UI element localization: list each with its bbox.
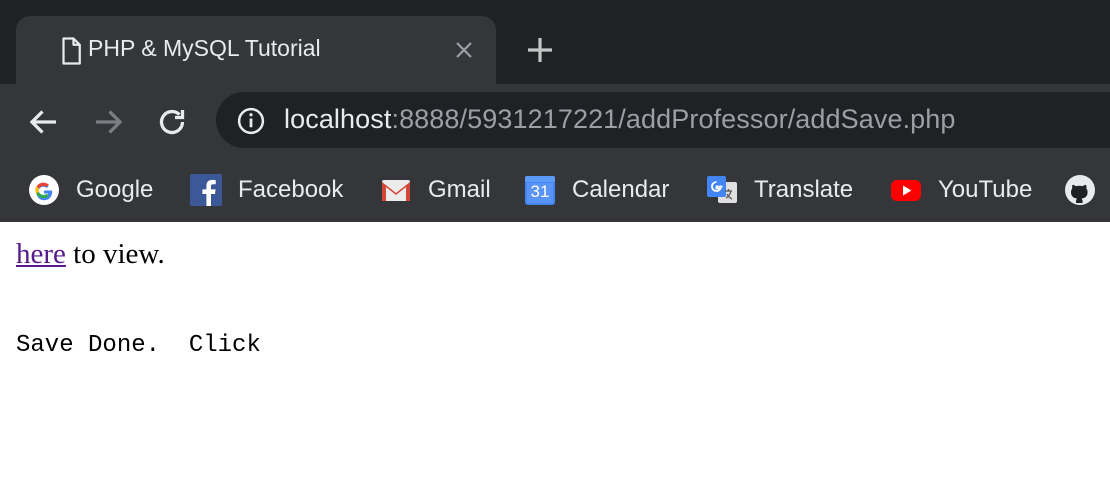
back-arrow-icon[interactable] [26, 104, 62, 140]
url-host: localhost [284, 104, 392, 134]
bookmark-github[interactable] [1064, 170, 1110, 210]
bookmark-translate[interactable]: Translate [706, 170, 853, 210]
translate-icon [706, 174, 738, 206]
page-content: here to view. Save Done. Click [0, 222, 1110, 498]
reload-icon[interactable] [154, 104, 190, 140]
info-icon[interactable] [236, 106, 266, 136]
plus-icon[interactable] [524, 34, 556, 66]
bookmark-google[interactable]: Google [28, 170, 153, 210]
toolbar: localhost:8888/5931217221/addProfessor/a… [0, 84, 1110, 160]
view-text: to view. [65, 238, 165, 270]
view-message: here to view. [16, 238, 165, 271]
bookmark-calendar[interactable]: 31 Calendar [524, 170, 669, 210]
facebook-icon [190, 174, 222, 206]
active-tab[interactable]: PHP & MySQL Tutorial [16, 16, 496, 84]
bookmark-label: YouTube [938, 176, 1033, 203]
url-path: :8888/5931217221/addProfessor/addSave.ph… [391, 104, 956, 134]
browser-chrome: PHP & MySQL Tutorial localhost:8888/5931… [0, 0, 1110, 223]
bookmark-label: Translate [754, 176, 854, 203]
bookmark-youtube[interactable]: YouTube [890, 170, 1032, 210]
address-bar[interactable]: localhost:8888/5931217221/addProfessor/a… [216, 92, 1110, 148]
bookmark-facebook[interactable]: Facebook [190, 170, 343, 210]
github-icon [1064, 174, 1096, 206]
bookmark-gmail[interactable]: Gmail [380, 170, 491, 210]
bookmarks-bar: Google Facebook Gmail 31 Calendar Transl… [0, 160, 1110, 223]
calendar-badge: 31 [530, 182, 550, 201]
forward-arrow-icon[interactable] [90, 104, 126, 140]
bookmark-label: Google [76, 176, 154, 203]
bookmark-label: Gmail [428, 176, 491, 203]
url-text[interactable]: localhost:8888/5931217221/addProfessor/a… [284, 104, 956, 135]
tab-strip: PHP & MySQL Tutorial [0, 0, 1110, 84]
save-done-message: Save Done. Click [16, 332, 261, 359]
google-icon [28, 174, 60, 206]
document-icon [56, 36, 86, 66]
tab-title: PHP & MySQL Tutorial [88, 35, 321, 61]
gmail-icon [380, 174, 412, 206]
bookmark-label: Facebook [238, 176, 344, 203]
close-icon[interactable] [452, 38, 476, 62]
youtube-icon [890, 174, 922, 206]
calendar-icon: 31 [524, 174, 556, 206]
here-link[interactable]: here [16, 238, 66, 270]
bookmark-label: Calendar [572, 176, 670, 203]
